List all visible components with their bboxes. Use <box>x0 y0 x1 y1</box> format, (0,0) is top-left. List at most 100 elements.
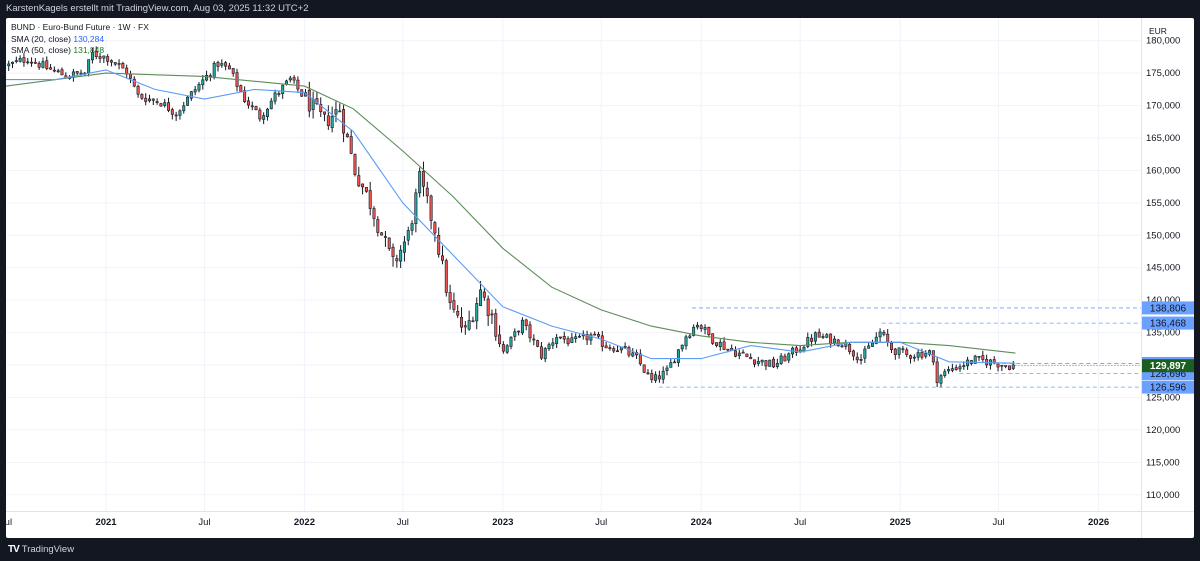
candle-body <box>650 373 654 381</box>
candle-body <box>292 77 296 81</box>
candle-body <box>334 109 338 115</box>
candle-body <box>52 69 56 72</box>
candle-body <box>756 361 760 364</box>
candle-body <box>250 105 254 108</box>
candle-body <box>106 56 110 62</box>
candle-body <box>996 363 1000 368</box>
candle-body <box>810 337 814 342</box>
price-chart[interactable]: 110,000115,000120,000125,000130,000135,0… <box>6 18 1194 538</box>
x-tick-label: 2023 <box>492 517 513 528</box>
candle-body <box>452 300 456 310</box>
candle-body <box>330 116 334 129</box>
candle <box>547 342 551 351</box>
y-tick-label: 155,000 <box>1146 198 1180 209</box>
candle <box>323 111 327 122</box>
y-tick-label: 110,000 <box>1146 490 1180 501</box>
tradingview-logo-icon: TV <box>8 544 20 555</box>
candle-body <box>1000 364 1004 367</box>
candle <box>163 98 167 108</box>
candle <box>711 333 715 345</box>
candle-body <box>783 355 787 362</box>
candle <box>224 60 228 71</box>
candle-body <box>612 348 616 352</box>
y-tick-label: 115,000 <box>1146 457 1180 468</box>
candle <box>262 112 266 125</box>
candle-body <box>909 355 913 359</box>
candle-body <box>817 331 821 338</box>
candle-body <box>18 58 22 62</box>
candle-body <box>848 343 852 353</box>
legend-sma20[interactable]: SMA (20, close) 130,284 <box>11 34 149 46</box>
candle <box>349 129 353 155</box>
level-badge-label: 136,468 <box>1150 319 1187 330</box>
candle-body <box>129 73 132 79</box>
candle <box>334 101 338 123</box>
candle-body <box>220 63 224 66</box>
candle-body <box>680 344 684 350</box>
last-price-label: 129,897 <box>1150 361 1187 372</box>
candle <box>292 75 296 84</box>
candle-body <box>532 338 536 341</box>
candle-body <box>444 260 448 293</box>
candle-body <box>676 349 680 363</box>
candle-body <box>79 72 83 75</box>
candle-body <box>262 115 266 120</box>
candle <box>947 366 951 374</box>
candle <box>129 70 132 84</box>
candle <box>768 359 772 367</box>
candle-body <box>144 97 148 102</box>
candle <box>654 371 658 383</box>
legend-sma50[interactable]: SMA (50, close) 131,848 <box>11 45 149 57</box>
candle <box>486 295 490 327</box>
tradingview-logo[interactable]: TV TradingView <box>8 544 74 555</box>
y-tick-label: 160,000 <box>1146 165 1180 176</box>
candle-body <box>950 368 954 371</box>
sma50-label: SMA (50, close) <box>11 45 71 55</box>
candle-body <box>870 342 874 347</box>
candle <box>513 328 517 341</box>
candle-body <box>7 63 11 67</box>
candle <box>296 76 300 93</box>
candle-body <box>155 101 159 103</box>
candle <box>783 353 787 362</box>
candle <box>855 352 859 364</box>
candle <box>848 342 852 355</box>
candle <box>56 68 60 73</box>
candle <box>665 365 669 376</box>
candle-body <box>821 336 825 338</box>
candle <box>338 103 342 113</box>
candle-body <box>201 79 205 86</box>
candle-body <box>258 109 262 120</box>
candle <box>71 69 75 82</box>
candle-body <box>186 96 190 106</box>
candle <box>988 358 992 370</box>
candle <box>699 324 703 332</box>
candle <box>471 316 475 323</box>
chart-caption: KarstenKagels erstellt mit TradingView.c… <box>6 3 309 14</box>
candle <box>391 243 395 267</box>
candle <box>448 284 452 310</box>
candle-body <box>174 114 178 117</box>
x-tick-label: 2026 <box>1088 517 1109 528</box>
candle-body <box>570 337 574 343</box>
level-badge-label: 126,596 <box>1150 383 1187 394</box>
x-tick-label: 2024 <box>691 517 713 528</box>
candle-body <box>277 93 281 95</box>
candle <box>155 98 159 105</box>
candle <box>574 333 578 343</box>
candle-body <box>627 347 631 356</box>
candle-body <box>1011 364 1015 369</box>
candle-body <box>825 334 829 338</box>
candle-body <box>764 360 768 367</box>
candle-body <box>22 57 26 63</box>
candle <box>676 349 680 367</box>
candle <box>425 181 429 204</box>
candle-body <box>577 335 581 338</box>
chart-panel[interactable]: 110,000115,000120,000125,000130,000135,0… <box>6 18 1194 538</box>
candle-body <box>490 313 494 316</box>
candle <box>227 62 231 70</box>
candle <box>642 364 646 374</box>
candle-body <box>224 62 228 67</box>
candle <box>467 310 471 331</box>
candle <box>167 97 171 113</box>
